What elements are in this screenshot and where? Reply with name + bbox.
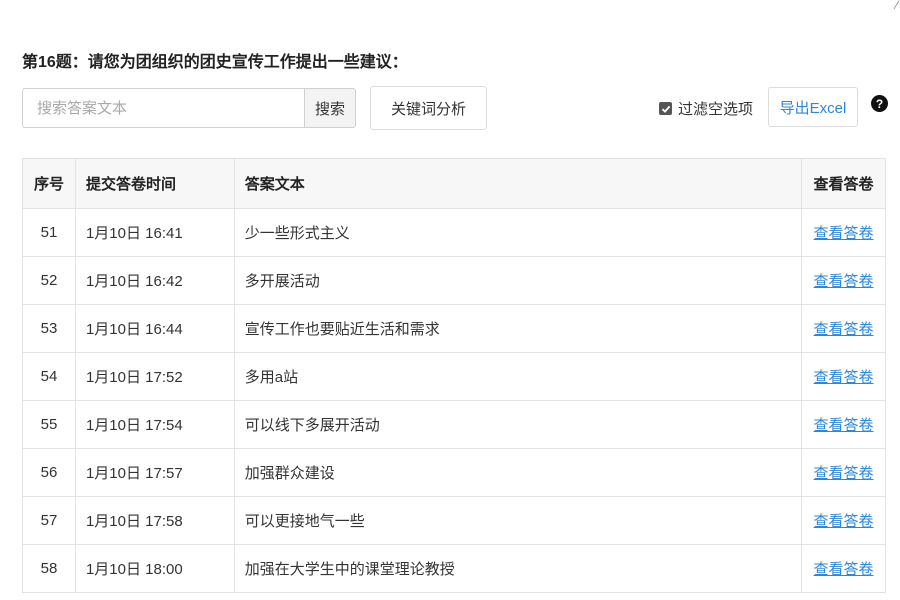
- header-submit-time: 提交答卷时间: [74, 158, 235, 209]
- keyword-analysis-button[interactable]: 关键词分析: [370, 86, 487, 130]
- filter-empty-toggle[interactable]: 过滤空选项: [659, 98, 753, 119]
- row-submit-time: 1月10日 17:54: [74, 400, 235, 449]
- view-answer-link[interactable]: 查看答卷: [814, 465, 874, 482]
- table-row: 56 1月10日 17:57 加强群众建设 查看答卷: [22, 448, 886, 497]
- view-answer-link[interactable]: 查看答卷: [814, 561, 874, 578]
- header-seq: 序号: [22, 158, 76, 209]
- help-icon[interactable]: ?: [871, 95, 888, 112]
- row-submit-time: 1月10日 18:00: [74, 544, 235, 593]
- table-header-row: 序号 提交答卷时间 答案文本 查看答卷: [22, 158, 886, 209]
- checkmark-icon: [661, 105, 670, 113]
- question-title: 第16题：请您为团组织的团史宣传工作提出一些建议：: [22, 54, 408, 71]
- row-seq: 57: [22, 496, 76, 545]
- search-input[interactable]: [22, 88, 304, 128]
- header-view-answer: 查看答卷: [801, 158, 886, 209]
- table-row: 55 1月10日 17:54 可以线下多展开活动 查看答卷: [22, 400, 886, 449]
- survey-answer-page: ⁄ 第16题：请您为团组织的团史宣传工作提出一些建议： 搜索 关键词分析 过滤空…: [0, 0, 900, 600]
- row-submit-time: 1月10日 17:58: [74, 496, 235, 545]
- row-seq: 53: [22, 304, 76, 353]
- export-excel-button[interactable]: 导出Excel: [768, 87, 858, 127]
- row-seq: 54: [22, 352, 76, 401]
- row-answer-text: 可以更接地气一些: [233, 496, 803, 545]
- row-answer-text: 加强在大学生中的课堂理论教授: [233, 544, 803, 593]
- row-seq: 51: [22, 208, 76, 257]
- table-row: 52 1月10日 16:42 多开展活动 查看答卷: [22, 256, 886, 305]
- row-answer-text: 加强群众建设: [233, 448, 803, 497]
- view-answer-link[interactable]: 查看答卷: [814, 273, 874, 290]
- search-button[interactable]: 搜索: [304, 88, 356, 128]
- row-submit-time: 1月10日 16:44: [74, 304, 235, 353]
- view-answer-link[interactable]: 查看答卷: [814, 369, 874, 386]
- row-seq: 52: [22, 256, 76, 305]
- answers-table: 序号 提交答卷时间 答案文本 查看答卷 51 1月10日 16:41 少一些形式…: [22, 158, 886, 593]
- row-seq: 56: [22, 448, 76, 497]
- row-submit-time: 1月10日 16:41: [74, 208, 235, 257]
- corner-mark: ⁄: [895, 0, 898, 12]
- row-seq: 58: [22, 544, 76, 593]
- table-row: 58 1月10日 18:00 加强在大学生中的课堂理论教授 查看答卷: [22, 544, 886, 593]
- view-answer-link[interactable]: 查看答卷: [814, 513, 874, 530]
- view-answer-link[interactable]: 查看答卷: [814, 417, 874, 434]
- table-row: 53 1月10日 16:44 宣传工作也要贴近生活和需求 查看答卷: [22, 304, 886, 353]
- row-answer-text: 宣传工作也要贴近生活和需求: [233, 304, 803, 353]
- header-answer-text: 答案文本: [233, 158, 803, 209]
- table-row: 54 1月10日 17:52 多用a站 查看答卷: [22, 352, 886, 401]
- filter-label: 过滤空选项: [678, 101, 754, 118]
- row-submit-time: 1月10日 17:52: [74, 352, 235, 401]
- view-answer-link[interactable]: 查看答卷: [814, 321, 874, 338]
- row-seq: 55: [22, 400, 76, 449]
- row-answer-text: 可以线下多展开活动: [233, 400, 803, 449]
- table-row: 57 1月10日 17:58 可以更接地气一些 查看答卷: [22, 496, 886, 545]
- table-row: 51 1月10日 16:41 少一些形式主义 查看答卷: [22, 208, 886, 257]
- view-answer-link[interactable]: 查看答卷: [814, 225, 874, 242]
- row-answer-text: 多用a站: [233, 352, 803, 401]
- row-submit-time: 1月10日 16:42: [74, 256, 235, 305]
- row-answer-text: 少一些形式主义: [233, 208, 803, 257]
- filter-checkbox[interactable]: [659, 102, 672, 115]
- toolbar: 搜索 关键词分析 过滤空选项 导出Excel ?: [22, 86, 892, 132]
- row-answer-text: 多开展活动: [233, 256, 803, 305]
- row-submit-time: 1月10日 17:57: [74, 448, 235, 497]
